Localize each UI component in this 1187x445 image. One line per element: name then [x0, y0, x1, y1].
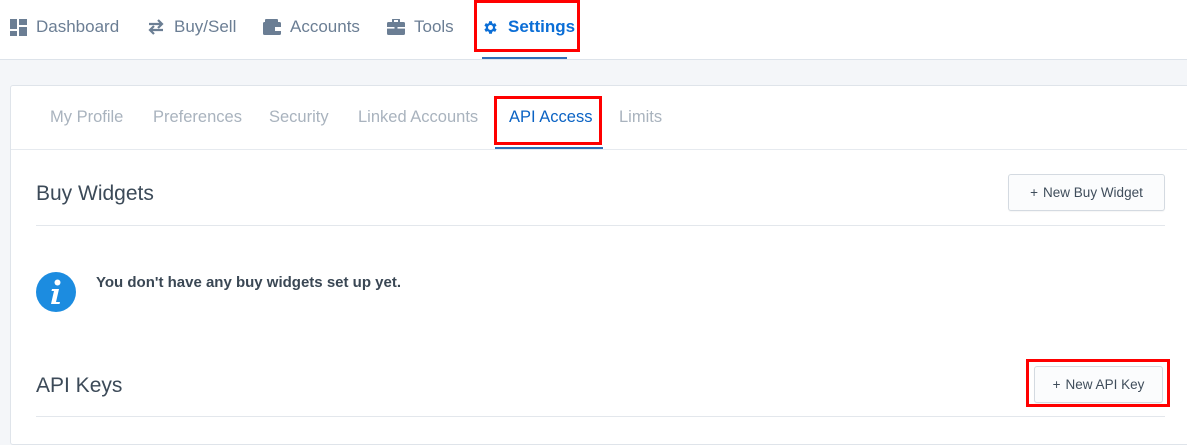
buy-widgets-title: Buy Widgets [36, 182, 154, 205]
dashboard-grid-icon [10, 18, 27, 36]
tab-api-access[interactable]: API Access [509, 86, 592, 149]
nav-item-settings[interactable]: Settings [482, 0, 575, 54]
settings-subtabs: My Profile Preferences Security Linked A… [11, 86, 1187, 150]
new-buy-widget-button[interactable]: + New Buy Widget [1008, 174, 1165, 211]
gear-icon [482, 19, 499, 36]
nav-item-tools[interactable]: Tools [387, 0, 454, 54]
settings-card: My Profile Preferences Security Linked A… [10, 85, 1187, 445]
new-api-key-label: New API Key [1065, 377, 1145, 392]
tab-preferences[interactable]: Preferences [153, 86, 242, 149]
new-api-key-button[interactable]: + New API Key [1034, 366, 1163, 403]
toolbox-icon [387, 19, 405, 35]
swap-arrows-icon [147, 19, 165, 35]
api-keys-title: API Keys [36, 374, 123, 397]
plus-icon: + [1030, 185, 1039, 200]
top-navigation: Dashboard Buy/Sell Accounts Tools Settin… [0, 0, 1187, 60]
active-tab-indicator [495, 147, 603, 149]
plus-icon: + [1052, 377, 1061, 392]
nav-item-buy-sell[interactable]: Buy/Sell [147, 0, 236, 54]
nav-label-buy-sell: Buy/Sell [174, 17, 237, 36]
empty-state-message: You don't have any buy widgets set up ye… [96, 274, 402, 291]
tab-security[interactable]: Security [269, 86, 329, 149]
nav-label-settings: Settings [508, 17, 576, 36]
section-divider [36, 225, 1165, 226]
nav-item-dashboard[interactable]: Dashboard [10, 0, 119, 54]
nav-label-tools: Tools [414, 17, 454, 36]
tab-my-profile[interactable]: My Profile [50, 86, 123, 149]
section-divider [36, 416, 1165, 417]
info-icon [36, 272, 76, 312]
nav-label-dashboard: Dashboard [36, 17, 120, 36]
active-nav-indicator [482, 57, 567, 59]
new-buy-widget-label: New Buy Widget [1043, 185, 1143, 200]
nav-label-accounts: Accounts [290, 17, 360, 36]
wallet-icon [263, 19, 281, 35]
tab-linked-accounts[interactable]: Linked Accounts [358, 86, 478, 149]
nav-item-accounts[interactable]: Accounts [263, 0, 360, 54]
tab-limits[interactable]: Limits [619, 86, 662, 149]
